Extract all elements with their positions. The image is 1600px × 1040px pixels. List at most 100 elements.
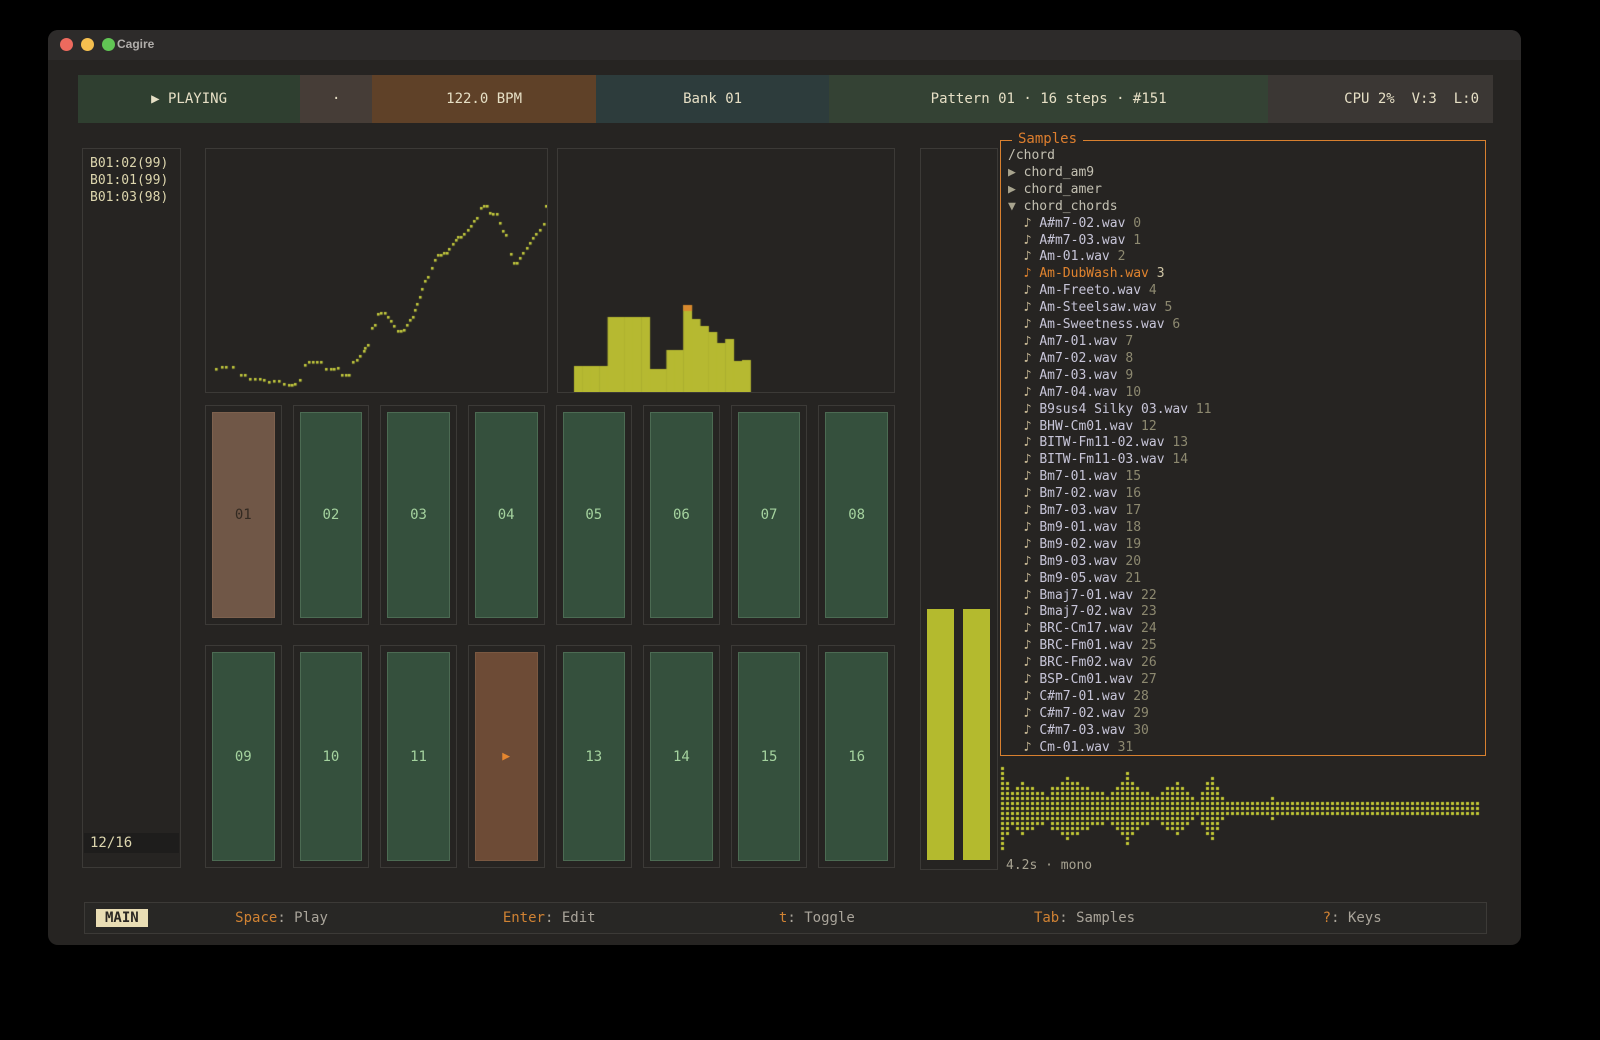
pad-12-cursor[interactable]: ▶	[475, 652, 538, 861]
note-icon: ♪	[1008, 249, 1039, 264]
sample-index: 12	[1133, 419, 1156, 434]
folder-row[interactable]: ▼ chord_chords	[1008, 199, 1479, 216]
pad-15[interactable]: 15	[738, 652, 801, 861]
key-hint-play: Space: Play	[148, 910, 416, 926]
pattern-display[interactable]: Pattern 01 · 16 steps · #151	[829, 75, 1268, 123]
pad-cell: 16	[818, 645, 895, 868]
sample-file-row[interactable]: ♪ Bm7-02.wav 16	[1008, 486, 1479, 503]
sample-file-row[interactable]: ♪ BHW-Cm01.wav 12	[1008, 419, 1479, 436]
zoom-button[interactable]	[102, 38, 115, 51]
sample-file-row[interactable]: ♪ BITW-Fm11-03.wav 14	[1008, 452, 1479, 469]
note-icon: ♪	[1008, 283, 1039, 298]
pad-cell: 05	[556, 405, 633, 625]
pad-01[interactable]: 01	[212, 412, 275, 618]
sample-file-row[interactable]: ♪ Am-01.wav 2	[1008, 249, 1479, 266]
pad-03[interactable]: 03	[387, 412, 450, 618]
note-icon: ♪	[1008, 435, 1039, 450]
sample-file-row[interactable]: ♪ BRC-Cm17.wav 24	[1008, 621, 1479, 638]
bank-display[interactable]: Bank 01	[596, 75, 829, 123]
pad-09[interactable]: 09	[212, 652, 275, 861]
sample-file-name: BITW-Fm11-02.wav	[1039, 435, 1164, 450]
sample-file-row[interactable]: ♪ Am-DubWash.wav 3	[1008, 266, 1479, 283]
pad-04[interactable]: 04	[475, 412, 538, 618]
folder-row[interactable]: ▶ chord_am9	[1008, 165, 1479, 182]
sample-file-row[interactable]: ♪ Bm7-01.wav 15	[1008, 469, 1479, 486]
sample-index: 20	[1118, 554, 1141, 569]
pad-cell: 07	[731, 405, 808, 625]
sample-file-row[interactable]: ♪ Am-Freeto.wav 4	[1008, 283, 1479, 300]
pad-05[interactable]: 05	[563, 412, 626, 618]
pad-11[interactable]: 11	[387, 652, 450, 861]
pad-06[interactable]: 06	[650, 412, 713, 618]
sample-file-row[interactable]: ♪ Am7-02.wav 8	[1008, 351, 1479, 368]
note-icon: ♪	[1008, 588, 1039, 603]
sample-file-name: A#m7-03.wav	[1039, 233, 1125, 248]
sample-file-row[interactable]: ♪ B9sus4 Silky 03.wav 11	[1008, 402, 1479, 419]
pad-10[interactable]: 10	[300, 652, 363, 861]
sample-file-row[interactable]: ♪ Am-Sweetness.wav 6	[1008, 317, 1479, 334]
sample-file-name: BSP-Cm01.wav	[1039, 672, 1133, 687]
sample-file-row[interactable]: ♪ C#m7-02.wav 29	[1008, 706, 1479, 723]
sample-index: 10	[1118, 385, 1141, 400]
sample-file-row[interactable]: ♪ Am7-03.wav 9	[1008, 368, 1479, 385]
pad-13[interactable]: 13	[563, 652, 626, 861]
bpm-display[interactable]: 122.0 BPM	[372, 75, 596, 123]
sample-file-row[interactable]: ♪ Bmaj7-01.wav 22	[1008, 588, 1479, 605]
note-icon: ♪	[1008, 216, 1039, 231]
note-icon: ♪	[1008, 638, 1039, 653]
pad-cell: 15	[731, 645, 808, 868]
sample-file-row[interactable]: ♪ Bm9-03.wav 20	[1008, 554, 1479, 571]
sample-index: 0	[1125, 216, 1141, 231]
folder-open-icon: ▼	[1008, 199, 1016, 214]
pitch-plot-panel	[205, 148, 548, 393]
minimize-button[interactable]	[81, 38, 94, 51]
sample-file-row[interactable]: ♪ Am7-01.wav 7	[1008, 334, 1479, 351]
sample-index: 5	[1157, 300, 1173, 315]
note-icon: ♪	[1008, 571, 1039, 586]
sample-index: 1	[1125, 233, 1141, 248]
pad-cell: 09	[205, 645, 282, 868]
sample-index: 7	[1118, 334, 1134, 349]
sample-file-row[interactable]: ♪ BRC-Fm02.wav 26	[1008, 655, 1479, 672]
sample-index: 17	[1118, 503, 1141, 518]
sample-file-row[interactable]: ♪ Bm9-05.wav 21	[1008, 571, 1479, 588]
app-window: Cagire ▶ PLAYING · 122.0 BPM Bank 01 Pat…	[48, 30, 1521, 945]
sample-file-row[interactable]: ♪ BSP-Cm01.wav 27	[1008, 672, 1479, 689]
folder-row[interactable]: ▶ chord_amer	[1008, 182, 1479, 199]
pad-cell: 04	[468, 405, 545, 625]
sample-file-row[interactable]: ♪ A#m7-02.wav 0	[1008, 216, 1479, 233]
sample-file-row[interactable]: ♪ Bm9-01.wav 18	[1008, 520, 1479, 537]
pad-cell: ▶	[468, 645, 545, 868]
note-icon: ♪	[1008, 723, 1039, 738]
folder-name: chord_chords	[1016, 199, 1118, 214]
note-icon: ♪	[1008, 554, 1039, 569]
key-hint-keys: ?: Keys	[1218, 910, 1486, 926]
sample-file-row[interactable]: ♪ A#m7-03.wav 1	[1008, 233, 1479, 250]
sample-file-row[interactable]: ♪ Am-Steelsaw.wav 5	[1008, 300, 1479, 317]
pad-14[interactable]: 14	[650, 652, 713, 861]
note-icon: ♪	[1008, 317, 1039, 332]
key-hint-samples: Tab: Samples	[951, 910, 1219, 926]
transport-status[interactable]: ▶ PLAYING	[78, 75, 300, 123]
sample-file-row[interactable]: ♪ Bm9-02.wav 19	[1008, 537, 1479, 554]
pad-07[interactable]: 07	[738, 412, 801, 618]
pad-08[interactable]: 08	[825, 412, 888, 618]
sample-file-row[interactable]: ♪ C#m7-03.wav 30	[1008, 723, 1479, 740]
pad-02[interactable]: 02	[300, 412, 363, 618]
pitch-scatter-chart	[206, 149, 547, 392]
waveform-display	[1000, 766, 1490, 852]
sample-file-row[interactable]: ♪ BRC-Fm01.wav 25	[1008, 638, 1479, 655]
close-button[interactable]	[60, 38, 73, 51]
sample-file-row[interactable]: ♪ Am7-04.wav 10	[1008, 385, 1479, 402]
sample-file-row[interactable]: ♪ C#m7-01.wav 28	[1008, 689, 1479, 706]
pad-16[interactable]: 16	[825, 652, 888, 861]
sample-file-name: Bm7-03.wav	[1039, 503, 1117, 518]
sample-file-row[interactable]: ♪ Cm-01.wav 31	[1008, 740, 1479, 757]
sample-index: 16	[1118, 486, 1141, 501]
sample-file-name: BRC-Fm01.wav	[1039, 638, 1133, 653]
sample-file-row[interactable]: ♪ Bm7-03.wav 17	[1008, 503, 1479, 520]
sample-tree: /chord▶ chord_am9▶ chord_amer▼ chord_cho…	[1001, 141, 1485, 757]
sample-file-row[interactable]: ♪ BITW-Fm11-02.wav 13	[1008, 435, 1479, 452]
pad-cell: 14	[643, 645, 720, 868]
sample-file-row[interactable]: ♪ Bmaj7-02.wav 23	[1008, 604, 1479, 621]
